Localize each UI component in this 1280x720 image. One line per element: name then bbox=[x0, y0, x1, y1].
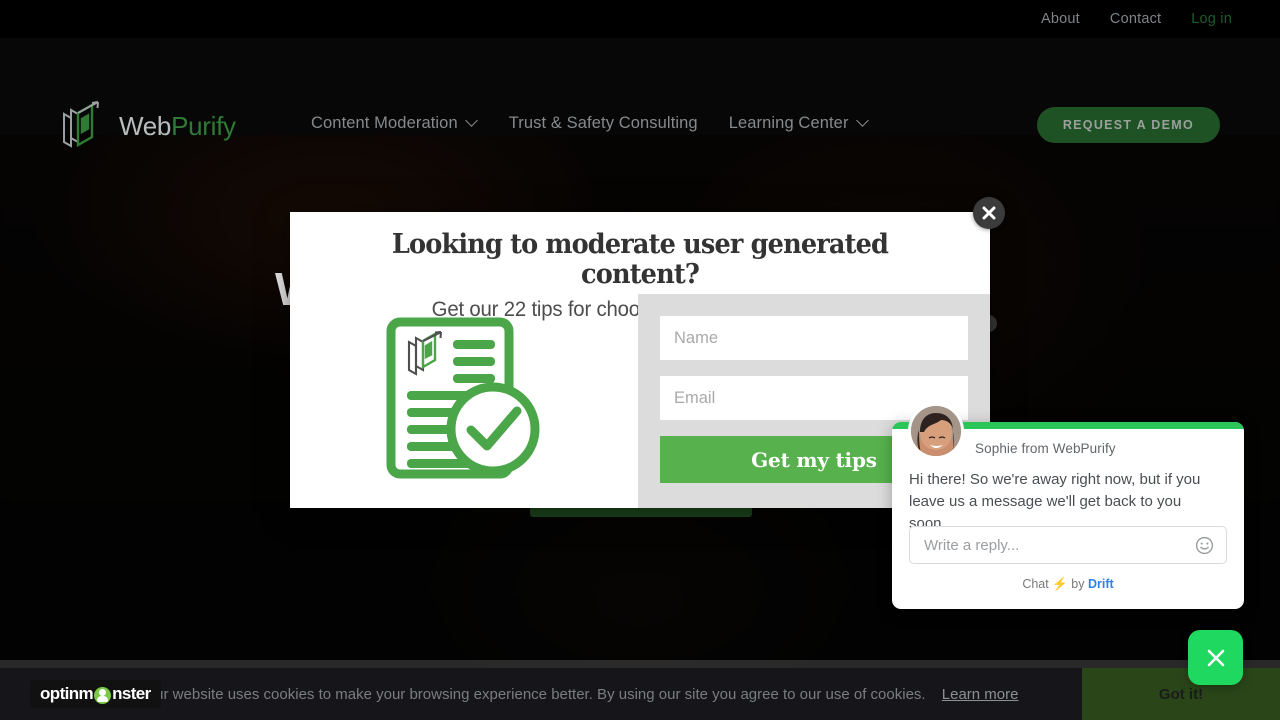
chat-footer-chat: Chat bbox=[1022, 577, 1049, 591]
webpurify-logo-icon bbox=[63, 101, 99, 148]
cookie-accept-button[interactable]: Got it! bbox=[1153, 685, 1209, 704]
logo-text-web: Web bbox=[119, 110, 172, 141]
nav-links: Content Moderation Trust & Safety Consul… bbox=[311, 114, 869, 133]
optin-modal: Looking to moderate user generated conte… bbox=[290, 212, 990, 508]
chat-reply-input[interactable] bbox=[922, 535, 1195, 555]
cookie-consent-text: Our website uses cookies to make your br… bbox=[0, 686, 1082, 703]
cookie-accept-wrap: Got it! bbox=[1082, 668, 1280, 720]
lightning-bolt-icon: ⚡ bbox=[1052, 577, 1068, 591]
scroll-divider bbox=[0, 660, 1280, 668]
utility-link-login[interactable]: Log in bbox=[1191, 11, 1232, 27]
cookie-message: Our website uses cookies to make your br… bbox=[143, 685, 926, 703]
avatar-image bbox=[911, 406, 961, 456]
cookie-consent-bar: Our website uses cookies to make your br… bbox=[0, 668, 1280, 720]
request-demo-button[interactable]: REQUEST A DEMO bbox=[1036, 107, 1220, 143]
chevron-down-icon bbox=[858, 116, 869, 127]
nav-item-trust-safety-consulting[interactable]: Trust & Safety Consulting bbox=[509, 114, 698, 133]
main-navbar: WebPurify Content Moderation Trust & Saf… bbox=[0, 38, 1280, 148]
optinmonster-badge[interactable]: optinm nster bbox=[30, 680, 161, 708]
cookie-learn-more-link[interactable]: Learn more bbox=[942, 686, 1019, 703]
chat-toggle-close-button[interactable] bbox=[1188, 630, 1243, 685]
modal-close-button[interactable] bbox=[973, 197, 1005, 229]
chat-agent-name: Sophie from WebPurify bbox=[975, 441, 1116, 456]
nav-item-learning-center[interactable]: Learning Center bbox=[729, 114, 869, 133]
close-icon bbox=[982, 206, 996, 220]
chat-footer-by: by bbox=[1071, 577, 1085, 591]
modal-body: Get my tips bbox=[290, 294, 990, 508]
modal-title: Looking to moderate user generated conte… bbox=[391, 228, 889, 291]
close-icon bbox=[1207, 649, 1224, 666]
chat-reply-box[interactable] bbox=[909, 526, 1227, 564]
utility-link-contact[interactable]: Contact bbox=[1110, 11, 1161, 27]
emoji-smiley-icon[interactable] bbox=[1195, 536, 1214, 555]
chat-message: Hi there! So we're away right now, but i… bbox=[909, 471, 1201, 532]
name-input[interactable] bbox=[660, 316, 968, 360]
chat-footer: Chat ⚡ by Drift bbox=[892, 577, 1244, 592]
chevron-down-icon bbox=[467, 116, 478, 127]
nav-item-label: Content Moderation bbox=[311, 114, 458, 132]
optinmonster-label-after: nster bbox=[112, 684, 151, 703]
logo-text-purify: Purify bbox=[171, 110, 236, 141]
logo-text: WebPurify bbox=[119, 111, 236, 142]
logo[interactable]: WebPurify bbox=[58, 98, 236, 154]
nav-item-label: Trust & Safety Consulting bbox=[508, 114, 698, 132]
nav-item-content-moderation[interactable]: Content Moderation bbox=[311, 114, 478, 133]
nav-item-label: Learning Center bbox=[728, 114, 849, 132]
chat-footer-brand[interactable]: Drift bbox=[1088, 577, 1114, 591]
utility-navbar: About Contact Log in bbox=[0, 0, 1280, 38]
optinmonster-label-before: optinm bbox=[40, 684, 94, 703]
document-checklist-icon bbox=[386, 317, 540, 479]
utility-link-about[interactable]: About bbox=[1041, 11, 1080, 27]
chat-agent-avatar bbox=[908, 403, 964, 459]
optinmonster-monster-icon bbox=[94, 686, 112, 704]
